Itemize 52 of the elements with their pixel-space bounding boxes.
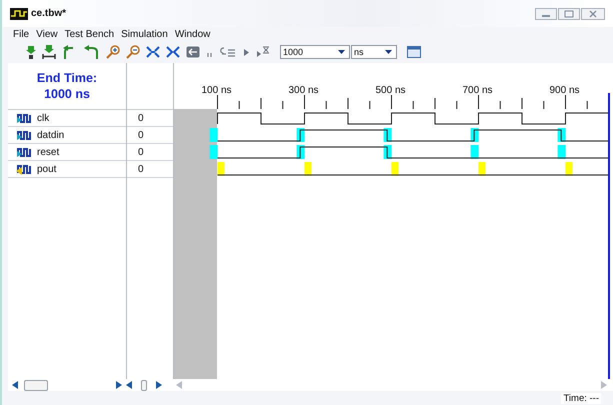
zoom-full-icon[interactable] xyxy=(166,46,180,58)
signal-value: 0 xyxy=(138,164,144,174)
signal-name[interactable]: reset xyxy=(37,146,60,158)
menu-item[interactable]: Test Bench xyxy=(64,28,114,40)
scroll-thumb[interactable] xyxy=(141,380,147,390)
time-label: 700 ns xyxy=(462,85,493,96)
end-time-value: 1000 ns xyxy=(44,86,90,102)
menu-item[interactable]: File xyxy=(13,28,30,40)
time-label: 300 ns xyxy=(288,85,319,96)
unit-dropdown[interactable]: ns xyxy=(351,45,397,59)
maximize-icon[interactable] xyxy=(558,8,580,20)
caret-icon xyxy=(385,50,392,54)
redo-arrow-icon[interactable] xyxy=(84,45,100,59)
end-time-label: End Time: xyxy=(36,70,98,86)
download-icon[interactable] xyxy=(42,45,56,59)
signal-value: 0 xyxy=(138,146,144,158)
scroll-thumb[interactable] xyxy=(24,380,48,390)
scroll-left-icon[interactable] xyxy=(126,381,132,389)
menu-item[interactable]: Simulation xyxy=(121,28,168,40)
app-icon xyxy=(10,8,28,20)
time-label: 500 ns xyxy=(376,85,406,96)
signal-icon xyxy=(16,146,34,158)
minimize-icon[interactable] xyxy=(535,8,557,20)
status-time: Time: --- xyxy=(561,392,601,404)
step-icon[interactable] xyxy=(220,46,236,58)
download-icon[interactable] xyxy=(26,45,36,59)
menu-item[interactable]: View xyxy=(36,28,58,40)
signal-name[interactable]: clk xyxy=(37,112,50,124)
zoom-fit-icon[interactable] xyxy=(146,46,160,58)
signal-name[interactable]: datdin xyxy=(37,130,64,140)
run-for-icon[interactable] xyxy=(256,46,270,58)
scroll-right-icon[interactable] xyxy=(116,381,122,389)
back-icon[interactable] xyxy=(186,46,200,58)
signal-icon xyxy=(16,129,34,141)
window-icon[interactable] xyxy=(407,46,421,58)
signal-value: 0 xyxy=(138,130,144,140)
signal-icon xyxy=(16,163,34,175)
scroll-right-icon[interactable] xyxy=(156,381,162,389)
caret-icon xyxy=(338,50,345,54)
end-time-dropdown[interactable]: 1000 xyxy=(280,45,350,59)
close-icon[interactable] xyxy=(581,8,605,20)
play-icon[interactable] xyxy=(242,46,250,58)
zoom-in-icon[interactable] xyxy=(106,45,120,59)
signal-value: 0 xyxy=(138,112,144,124)
signal-icon xyxy=(16,112,34,124)
menu-item[interactable]: Window xyxy=(174,28,210,40)
window-title: ce.tbw* xyxy=(31,8,66,19)
time-label: 100 ns xyxy=(202,85,232,96)
zoom-out-icon[interactable] xyxy=(126,45,140,59)
scroll-left-icon[interactable] xyxy=(12,381,18,389)
signal-name[interactable]: pout xyxy=(37,164,56,174)
time-label: 900 ns xyxy=(550,85,580,96)
